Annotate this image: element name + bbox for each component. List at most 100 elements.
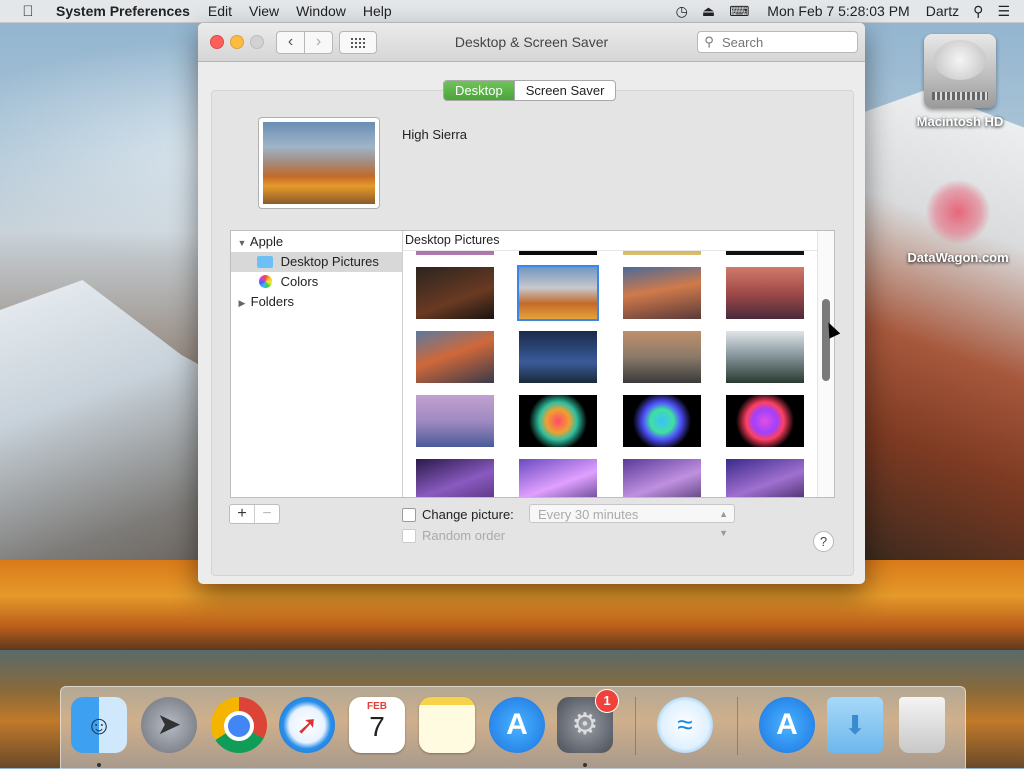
dock-launchpad-icon[interactable]: ➤ [141,697,197,753]
up-down-arrows-icon: ▲ ▼ [719,509,728,538]
search-input[interactable] [720,33,849,51]
hard-drive-icon [924,34,996,108]
source-label-colors: Colors [280,274,319,289]
current-wallpaper-preview [259,118,379,208]
tab-screen-saver[interactable]: Screen Saver [513,81,616,100]
apple-menu-icon[interactable]:  [0,3,56,20]
dock-app-store-icon[interactable]: A [489,697,545,753]
spotlight-search-icon[interactable]: ⚲ [973,3,983,20]
source-list: ▼ Apple Desktop Pictures Colors ▶ Folder… [231,231,403,497]
tab-bar: Desktop Screen Saver [443,80,617,101]
wallpaper-thumb[interactable] [519,395,597,447]
scrollbar-thumb[interactable] [822,299,830,381]
dock-separator [635,697,636,755]
back-forward-control: ‹ › [276,31,333,54]
time-machine-icon[interactable]: ◷ [676,3,688,20]
wallpaper-thumb-selected[interactable] [519,267,597,319]
dock-system-preferences-icon[interactable]: ⚙ 1 [557,689,619,753]
back-icon[interactable]: ‹ [277,32,304,53]
source-item-colors[interactable]: Colors [231,272,402,292]
forward-icon[interactable]: › [304,32,332,53]
window-titlebar[interactable]: Desktop & Screen Saver ‹ › ⚲ [198,23,865,62]
datawagon-label: DataWagon.com [907,250,1009,265]
source-label-desktop-pictures: Desktop Pictures [280,254,379,269]
menu-app-name[interactable]: System Preferences [56,3,190,19]
menu-help[interactable]: Help [363,3,392,19]
grid-header: Desktop Pictures [403,231,817,251]
source-label-folders: Folders [250,294,294,309]
dock-chrome-icon[interactable] [211,697,267,753]
grid-scrollbar[interactable] [817,231,834,497]
notification-center-icon[interactable]: ☰ [997,3,1010,20]
wallpaper-thumb[interactable] [623,331,701,383]
change-picture-checkbox[interactable] [402,507,416,522]
disclosure-down-icon[interactable]: ▼ [237,233,247,253]
menu-view[interactable]: View [249,3,279,19]
macintosh-hd-desktop-icon[interactable]: Macintosh HD [915,34,1005,129]
calendar-day: 7 [369,711,385,742]
menu-window[interactable]: Window [296,3,346,19]
wallpaper-thumb[interactable] [416,331,494,383]
show-all-button[interactable] [339,31,377,54]
menu-user[interactable]: Dartz [926,3,959,19]
wallpaper-thumb[interactable] [416,267,494,319]
notification-badge: 1 [595,689,619,713]
change-picture-label: Change picture: [422,507,514,522]
dock-safari-icon[interactable]: ➚ [279,697,335,753]
change-picture-option[interactable]: Change picture: [402,507,514,522]
menu-edit[interactable]: Edit [208,3,232,19]
wallpaper-thumb[interactable] [623,459,701,497]
wallpaper-thumb[interactable] [416,459,494,497]
interval-value: Every 30 minutes [538,507,639,522]
dock-wifi-icon[interactable]: ≈ [657,697,713,753]
wallpaper-thumb[interactable] [726,331,804,383]
dock-calendar-icon[interactable]: FEB 7 [349,697,405,753]
wallpaper-thumb[interactable] [519,459,597,497]
random-order-checkbox [402,528,416,543]
source-item-desktop-pictures[interactable]: Desktop Pictures [231,252,402,272]
running-indicator [97,763,101,767]
wallpaper-mountain-right [860,90,1024,560]
preferences-window: Desktop & Screen Saver ‹ › ⚲ Desktop Scr… [198,23,865,584]
help-button[interactable]: ? [813,531,834,552]
wallpaper-thumb[interactable] [623,267,701,319]
tab-desktop[interactable]: Desktop [444,81,514,100]
color-wheel-icon [259,275,272,288]
random-order-label: Random order [422,528,506,543]
wallpaper-thumb[interactable] [726,267,804,319]
remove-folder-button[interactable]: − [254,505,279,523]
wallpaper-thumbnail [263,122,375,204]
picture-browser: ▼ Apple Desktop Pictures Colors ▶ Folder… [230,230,835,498]
interval-popup[interactable]: Every 30 minutes ▲ ▼ [529,504,735,538]
dock-app-store-downloads-icon[interactable]: A [759,697,815,753]
wallpaper-thumb[interactable] [726,459,804,497]
dock-finder-icon[interactable]: ☺ [71,697,127,753]
folder-icon [257,256,273,268]
eject-icon[interactable]: ⏏ [702,3,715,20]
add-folder-button[interactable]: + [230,505,254,523]
menu-bar:  System Preferences Edit View Window He… [0,0,1024,23]
datawagon-desktop-icon[interactable]: DataWagon.com [900,180,1016,265]
current-wallpaper-name: High Sierra [402,127,468,142]
dock-separator [737,697,738,755]
disclosure-right-icon[interactable]: ▶ [237,293,247,313]
source-item-folders[interactable]: ▶ Folders [231,292,402,312]
dock: ☺ ➤ ➚ FEB 7 A ⚙ 1 ≈ A ⬇ [60,686,966,769]
menu-status-area: ◷ ⏏ ⌨ Mon Feb 7 5:28:03 PM Dartz ⚲ ☰ [662,0,1024,22]
source-label-apple: Apple [249,234,284,249]
search-field[interactable]: ⚲ [697,31,858,53]
wallpaper-thumb[interactable] [726,395,804,447]
source-item-apple[interactable]: ▼ Apple [231,232,402,252]
search-icon: ⚲ [704,34,714,49]
dock-downloads-folder-icon[interactable]: ⬇ [827,697,883,753]
dock-notes-icon[interactable] [419,697,475,753]
running-indicator [583,763,587,767]
random-order-option: Random order [402,528,505,543]
input-menu-icon[interactable]: ⌨ [729,3,749,20]
wallpaper-thumb[interactable] [623,395,701,447]
datawagon-icon [926,180,990,244]
dock-trash-icon[interactable] [899,697,945,753]
wallpaper-thumb[interactable] [416,395,494,447]
wallpaper-thumb[interactable] [519,331,597,383]
menu-clock[interactable]: Mon Feb 7 5:28:03 PM [767,3,909,19]
